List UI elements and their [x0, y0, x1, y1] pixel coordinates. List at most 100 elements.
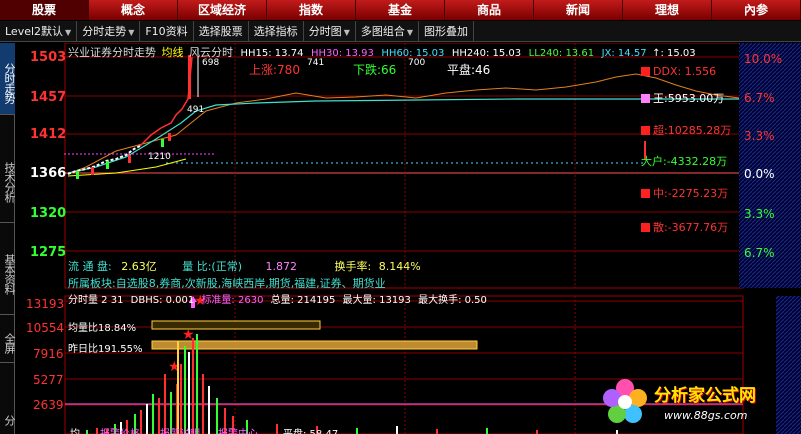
chevron-down-icon: ▼ [128, 27, 135, 37]
price-tick-3: 1412 [30, 127, 67, 142]
volume-bar [184, 346, 186, 434]
toolbar-button-label: Level2默认 [5, 24, 64, 38]
zuoribi-bar [151, 340, 478, 350]
toolbar-button-6[interactable]: 多图组合 ▼ [356, 20, 419, 42]
volume-bar [276, 424, 278, 434]
tick-mark [161, 139, 164, 147]
tab-fen[interactable]: 分 [0, 403, 16, 433]
nav-item-8[interactable]: 內参 [712, 0, 801, 20]
bankuai-row: 所属板块:自选股8,券商,次新股,海峡西岸,期货,福建,证券、期货业 [68, 277, 386, 290]
toolbar-button-label: 分时图 [308, 24, 342, 38]
tick-mark [106, 161, 109, 169]
hh15: HH15: 13.74 [240, 48, 304, 59]
ll240: LL240: 13.61 [528, 48, 595, 59]
top-nav: 股票 概念 区域经济 指数 基金 商品 新闻 理想 內参 [0, 0, 801, 20]
value-1210: 1210 [148, 152, 171, 162]
nav-item-7[interactable]: 理想 [623, 0, 712, 20]
tick-mark [76, 171, 79, 179]
nav-item-6[interactable]: 新闻 [534, 0, 623, 20]
vol-tick-5: 2639 [33, 398, 64, 412]
bottom-label-3[interactable]: 报警说明 [160, 425, 200, 434]
dahu-value: 大户:-4332.28万 [641, 155, 728, 168]
wang-item: 王:5953.00万 [641, 90, 724, 106]
volume-bar [536, 430, 538, 434]
tab-jiben[interactable]: 基本资料 [0, 225, 16, 315]
toolbar-button-1[interactable]: 分时走势 ▼ [77, 20, 141, 42]
price-tick-6: 1275 [30, 245, 67, 260]
zhong-value: 中:-2275.23万 [653, 187, 729, 200]
toolbar-button-4[interactable]: 选择指标 [249, 20, 304, 42]
toolbar-button-label: 选择指标 [253, 24, 298, 38]
toolbar-button-2[interactable]: F10资料 [140, 20, 194, 42]
nav-item-4[interactable]: 基金 [356, 0, 445, 20]
san-value: 散:-3677.76万 [653, 221, 729, 234]
zongliang: 总量: 214195 [270, 295, 336, 306]
liutong-label: 流 通 盘: [68, 260, 112, 273]
stock-title: 兴业证券分时走势 [68, 46, 156, 59]
tab-jishu[interactable]: 技术分析 [0, 133, 16, 223]
chevron-down-icon: ▼ [343, 27, 350, 37]
pct-tick-2: 6.7% [744, 91, 775, 105]
volume-bar [152, 394, 154, 434]
biaozhun: 标准量: 2630 [201, 295, 264, 306]
chao-marker [641, 126, 650, 135]
vol-tick-4: 5277 [33, 373, 64, 387]
toolbar-button-label: 多图组合 [360, 24, 405, 38]
pct-tick-4: 0.0% [744, 167, 775, 181]
pct-tick-1: 10.0% [744, 52, 783, 66]
tab-quanping[interactable]: 全屏 [0, 317, 16, 363]
dbhs: DBHS: 0.001 [130, 295, 195, 306]
flat-count: 平盘:46 [447, 63, 491, 77]
value-700: 700 [408, 58, 426, 68]
huanshou-label: 换手率: [334, 260, 372, 273]
liutong-row: 流 通 盘: 2.63亿 量 比:(正常) 1.872 换手率: 8.144% [68, 258, 421, 274]
bottom-label-2[interactable]: 报警价格 [100, 425, 140, 434]
volume-bar [486, 428, 488, 434]
ddx-marker [641, 67, 650, 76]
toolbar: Level2默认 ▼ 分时走势 ▼ F10资料 选择股票 选择指标 分时图 ▼ 多图组合 ▼ 图形叠加 [0, 20, 801, 42]
ddx-value: DDX: 1.556 [653, 65, 717, 78]
site-logo-url: www.88gs.com [664, 409, 748, 422]
up-count: 上涨:780 [249, 63, 300, 77]
price-tick-4: 1366 [30, 166, 67, 181]
dahu-item: 大户:-4332.28万 [641, 153, 727, 169]
toolbar-button-0[interactable]: Level2默认 ▼ [0, 20, 78, 42]
tail-value: ↑: 15.03 [652, 48, 696, 59]
junxian-label: 均线 [161, 46, 184, 59]
nav-item-2[interactable]: 区域经济 [178, 0, 267, 20]
vol-tick-2: 10554 [26, 321, 65, 335]
left-tab-strip: 分时走势 技术分析 基本资料 全屏 分 [0, 43, 16, 434]
zhong-marker [641, 189, 650, 198]
chart-header: 兴业证券分时走势 均线 风云分时 HH15: 13.74 HH30: 13.93… [68, 44, 696, 60]
price-tick-1: 1503 [30, 50, 67, 65]
tick-mark [91, 167, 94, 175]
vol-tick-1: 13193 [26, 297, 65, 311]
star-icon: ★ [182, 327, 195, 343]
san-item: 散:-3677.76万 [641, 219, 728, 235]
san-marker [641, 223, 650, 232]
volume-header: 分时量 2 31 DBHS: 0.001 标准量: 2630 总量: 21419… [68, 291, 487, 306]
wang-marker [641, 94, 650, 103]
nav-item-0[interactable]: 股票 [0, 0, 89, 20]
bottom-label-4[interactable]: 报警中心 [218, 425, 258, 434]
volume-bar [196, 334, 198, 434]
toolbar-button-label: 图形叠加 [424, 24, 468, 38]
pct-tick-6: 6.7% [744, 246, 775, 260]
volume-bar [208, 386, 210, 434]
fenshiliang: 分时量 2 31 [68, 295, 124, 306]
value-741: 741 [307, 58, 325, 68]
tick-mark [128, 155, 131, 163]
bottom-label-1: 均... [70, 425, 90, 434]
liutong-value: 2.63亿 [121, 260, 157, 273]
toolbar-button-label: 选择股票 [198, 24, 243, 38]
toolbar-button-5[interactable]: 分时图 ▼ [304, 20, 356, 42]
toolbar-button-3[interactable]: 选择股票 [194, 20, 249, 42]
toolbar-button-7[interactable]: 图形叠加 [419, 20, 474, 42]
tab-fenshi[interactable]: 分时走势 [0, 43, 16, 115]
nav-item-1[interactable]: 概念 [89, 0, 178, 20]
hh240: HH240: 15.03 [451, 48, 522, 59]
junliangbi-bar [151, 320, 321, 330]
nav-item-5[interactable]: 商品 [445, 0, 534, 20]
jx: JX: 14.57 [601, 48, 647, 59]
nav-item-3[interactable]: 指数 [267, 0, 356, 20]
